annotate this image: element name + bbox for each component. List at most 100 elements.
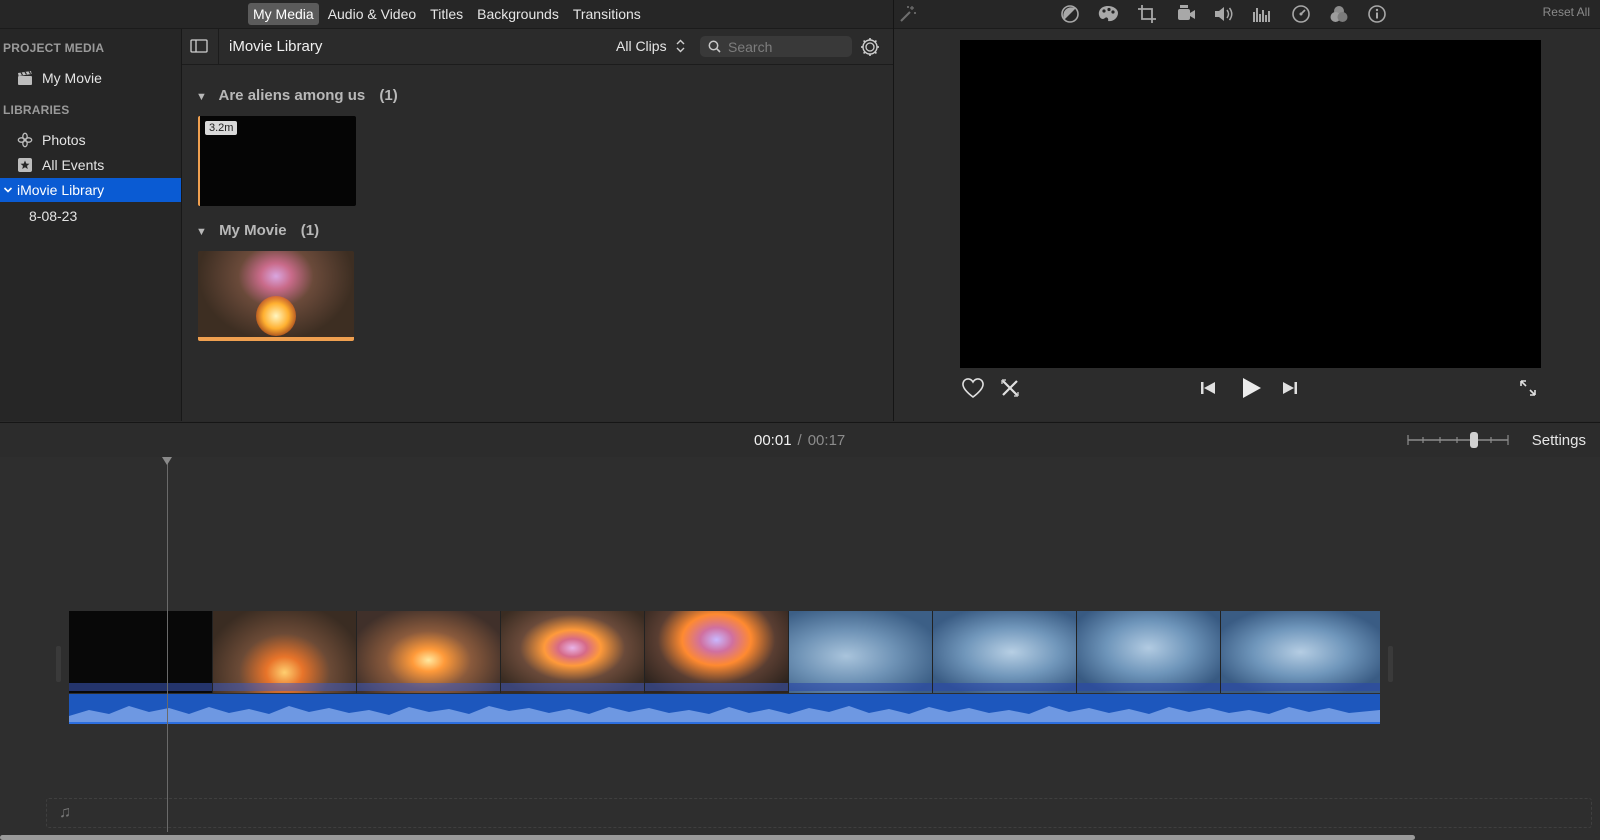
all-clips-dropdown[interactable]: All Clips: [616, 38, 685, 54]
timeline-end-handle[interactable]: [1388, 646, 1393, 682]
clip-thumbnail-aliens[interactable]: 3.2m: [198, 116, 356, 206]
clip-frame: [357, 611, 500, 693]
caption-overlay: [501, 683, 644, 691]
event-header-aliens[interactable]: ▼ Are aliens among us (1): [196, 87, 398, 104]
project-media-header: PROJECT MEDIA: [3, 41, 105, 55]
sidebar-item-event-8-08-23[interactable]: 8-08-23: [0, 204, 181, 228]
sidebar-item-label: Photos: [42, 132, 86, 148]
timeline[interactable]: ♫: [0, 457, 1600, 840]
explosion-fireball: [256, 296, 296, 336]
tab-my-media[interactable]: My Media: [248, 3, 319, 25]
caption-overlay: [1221, 683, 1380, 691]
heart-favorite-icon[interactable]: [960, 375, 986, 401]
tab-backgrounds[interactable]: Backgrounds: [472, 3, 564, 25]
event-count: (1): [379, 87, 398, 104]
search-input[interactable]: [728, 38, 846, 55]
audio-waveform: [69, 706, 1380, 722]
playhead[interactable]: [162, 457, 172, 832]
info-icon[interactable]: [1366, 4, 1388, 24]
preview-screen: [960, 40, 1541, 368]
crop-icon[interactable]: [1136, 4, 1158, 24]
clip-frame: [501, 611, 644, 693]
sidebar-item-label: All Events: [42, 157, 105, 173]
horizontal-scrollbar[interactable]: [0, 835, 1415, 840]
speed-icon[interactable]: [1290, 4, 1312, 24]
timeline-settings-button[interactable]: Settings: [1532, 432, 1586, 449]
reject-icon[interactable]: [997, 375, 1023, 401]
caption-overlay: [933, 683, 1076, 691]
disclosure-triangle-icon[interactable]: ▼: [196, 91, 207, 103]
header-divider: [218, 29, 219, 64]
caption-overlay: [645, 683, 788, 691]
clip-frame: [213, 611, 356, 693]
noise-reduction-equalizer-icon[interactable]: [1251, 4, 1273, 24]
music-track-well[interactable]: ♫: [46, 798, 1592, 828]
libraries-sidebar: PROJECT MEDIA My Movie LIBRARIES Photos …: [0, 29, 182, 421]
clip-frame: [69, 611, 212, 693]
sidebar-toggle-icon[interactable]: [190, 38, 208, 54]
play-icon[interactable]: [1237, 374, 1265, 402]
time-separator: /: [797, 432, 802, 449]
browser-header: iMovie Library All Clips: [182, 29, 893, 65]
timeline-start-handle[interactable]: [56, 646, 61, 682]
clip-frame: [1077, 611, 1220, 693]
caption-overlay: [213, 683, 356, 691]
clip-duration-badge: 3.2m: [205, 121, 238, 135]
reset-all-button[interactable]: Reset All: [1543, 5, 1590, 19]
skip-forward-icon[interactable]: [1279, 377, 1301, 399]
playhead-marker[interactable]: [162, 457, 172, 465]
search-field[interactable]: [700, 36, 852, 57]
libraries-header: LIBRARIES: [3, 103, 70, 117]
stabilization-icon[interactable]: [1175, 4, 1197, 24]
event-title: Are aliens among us: [218, 87, 366, 104]
sidebar-item-photos[interactable]: Photos: [0, 128, 181, 152]
search-icon: [708, 40, 721, 53]
skip-back-icon[interactable]: [1197, 377, 1219, 399]
browser-title: iMovie Library: [229, 38, 323, 55]
color-balance-icon[interactable]: [1059, 4, 1081, 24]
sidebar-item-my-movie[interactable]: My Movie: [0, 66, 181, 90]
chevron-down-icon[interactable]: [1, 183, 15, 197]
timeline-toolbar: 00:01 / 00:17 Settings: [0, 422, 1600, 458]
clapper-icon: [16, 69, 34, 87]
caption-overlay: [1077, 683, 1220, 691]
clip-filter-icon[interactable]: [1328, 4, 1350, 24]
filter-label: All Clips: [616, 38, 667, 54]
volume-icon[interactable]: [1213, 4, 1235, 24]
tab-titles[interactable]: Titles: [425, 3, 468, 25]
caption-overlay: [69, 683, 212, 691]
zoom-slider[interactable]: [1406, 431, 1510, 449]
music-note-icon: ♫: [59, 804, 71, 821]
sidebar-item-label: 8-08-23: [29, 208, 78, 224]
total-time: 00:17: [807, 432, 846, 449]
color-correction-icon[interactable]: [1097, 4, 1119, 24]
sidebar-item-label: iMovie Library: [17, 182, 105, 198]
timecode-display: 00:01 / 00:17: [754, 432, 845, 449]
audio-waveform-track[interactable]: [69, 694, 1380, 724]
sidebar-item-label: My Movie: [42, 70, 102, 86]
disclosure-triangle-icon[interactable]: ▼: [196, 226, 207, 238]
tab-audio-video[interactable]: Audio & Video: [323, 3, 421, 25]
clip-frame: [933, 611, 1076, 693]
caption-overlay: [357, 683, 500, 691]
tab-transitions[interactable]: Transitions: [568, 3, 646, 25]
event-count: (1): [300, 222, 320, 239]
clip-used-bar: [198, 337, 354, 341]
gear-icon[interactable]: [860, 37, 880, 57]
video-clip-track[interactable]: [69, 611, 1380, 693]
clip-frame: [645, 611, 788, 693]
event-header-my-movie[interactable]: ▼ My Movie (1): [196, 222, 319, 239]
magic-wand-icon[interactable]: [897, 4, 919, 24]
clip-thumbnail-explosion[interactable]: [198, 251, 354, 341]
star-icon: [16, 156, 34, 174]
fullscreen-icon[interactable]: [1516, 376, 1540, 400]
caption-overlay: [789, 683, 932, 691]
top-toolbar: My Media Audio & Video Titles Background…: [0, 0, 1600, 29]
media-browser: iMovie Library All Clips ▼ Are aliens am…: [182, 29, 893, 421]
updown-chevron-icon: [676, 39, 685, 53]
sidebar-item-all-events[interactable]: All Events: [0, 153, 181, 177]
clip-frame: [789, 611, 932, 693]
adjustment-toolbar: Reset All: [895, 0, 1600, 28]
sidebar-item-imovie-library[interactable]: iMovie Library: [0, 178, 181, 202]
photos-icon: [16, 131, 34, 149]
